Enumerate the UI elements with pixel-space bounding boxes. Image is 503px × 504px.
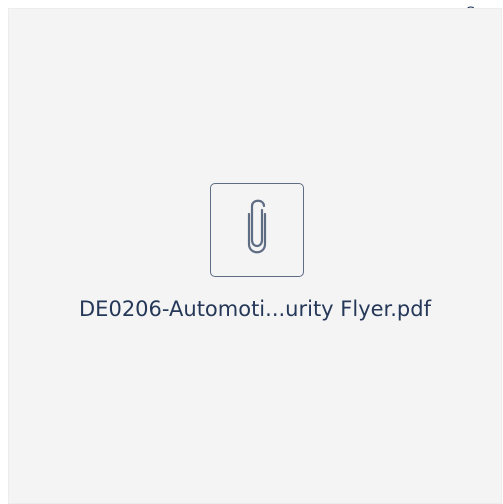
attachment-card[interactable]: DE0206-Automoti...urity Flyer.pdf xyxy=(8,8,502,504)
page: Su DE0206-Automoti...urity Flyer.pdf xyxy=(0,0,503,504)
paperclip-icon xyxy=(247,199,267,254)
attachment-file-name[interactable]: DE0206-Automoti...urity Flyer.pdf xyxy=(9,297,501,321)
file-icon-box[interactable] xyxy=(210,183,304,277)
